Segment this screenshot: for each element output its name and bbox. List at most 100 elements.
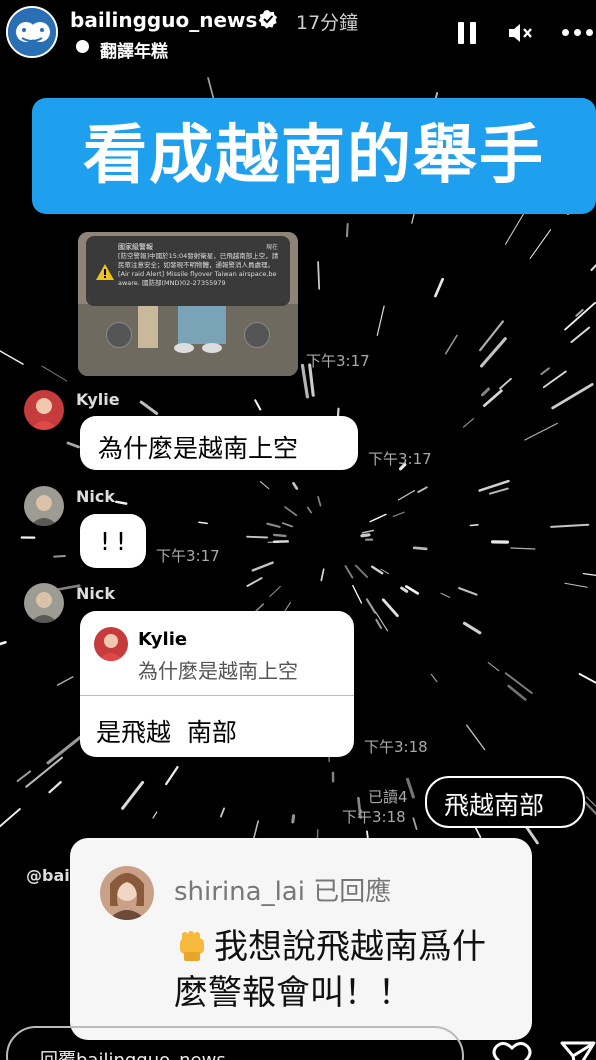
pause-icon[interactable] [458,22,476,44]
alert-notification: 國家級警報 現在 [防空警報]中國於15:04發射衛星，已飛越南部上空，請民眾注… [86,236,290,306]
mute-icon[interactable] [507,21,535,45]
account-username[interactable]: bailingguo_news [70,8,257,32]
alert-screenshot-image: 國家級警報 現在 [防空警報]中國於15:04發射衛星，已飛越南部上空，請民眾注… [78,232,298,376]
star-streak [529,229,551,259]
nick-avatar [24,486,64,526]
star-streak [469,523,479,527]
translate-label[interactable]: 翻譯年糕 [100,37,168,62]
star-streak [139,400,159,415]
message-text: 是飛越 南部 [96,718,237,747]
quoted-avatar [94,627,128,661]
star-streak [582,572,596,576]
star-streak [412,817,418,831]
star-streak [462,418,475,428]
star-streak [376,305,385,336]
my-message-bubble: 飛越南部 [425,776,585,828]
post-time: 17分鐘 [296,12,359,34]
account-avatar[interactable] [6,6,58,58]
star-streak [66,441,80,449]
star-streak [292,482,299,490]
star-streak [564,301,596,331]
alert-body: [防空警報]中國於15:04發射衛星，已飛越南部上空，請民眾注意安全；如發現不明… [118,252,279,287]
star-streak [273,533,287,538]
star-streak [48,780,62,794]
alert-title: 國家級警報 [118,243,153,251]
star-streak [260,481,270,490]
star-streak [360,533,371,538]
star-streak [53,555,66,558]
star-streak [56,676,74,686]
star-streak [16,770,32,782]
star-streak [346,223,349,238]
star-streak [381,598,399,618]
story-reply-sticker[interactable]: shirina_lai 已回應 我想說飛越南爲什麼警報會叫！！ [70,838,532,1040]
verified-badge-icon [258,10,277,29]
responder-avatar-image [100,866,154,920]
star-streak [0,640,7,646]
kylie-avatar-image [94,627,128,661]
translate-dot-icon [76,40,89,53]
star-streak [524,422,558,441]
reply-input[interactable]: 回覆bailingguo_news... [6,1026,464,1060]
warning-icon [96,264,114,280]
timestamp: 下午3:18 [364,738,428,756]
nick-avatar-image [24,583,64,623]
response-text: 我想說飛越南爲什麼警報會叫！！ [174,927,486,1013]
timestamp: 下午3:17 [368,450,432,468]
star-streak [444,334,458,355]
star-streak [550,523,590,528]
star-streak [198,521,208,525]
star-streak [365,598,377,614]
star-streak [266,522,281,528]
star-streak [291,814,296,824]
star-streak [499,377,512,390]
star-streak [369,513,387,523]
star-streak [344,565,354,579]
star-streak [507,684,527,701]
star-streak [41,365,68,382]
mention-tag[interactable]: @bai [26,866,70,885]
heart-icon[interactable] [492,1040,532,1060]
sender-name: Kylie [76,390,120,409]
star-streak [542,370,567,389]
responder-username: shirina_lai 已回應 [174,877,392,907]
headline-text: 看成越南的舉手 [83,119,545,193]
star-streak [466,724,486,751]
response-text-wrap: 我想說飛越南爲什麼警報會叫！！ [174,924,514,1016]
star-streak [400,586,409,593]
star-streak [397,489,416,501]
kylie-avatar [24,390,64,430]
star-streak [352,584,363,604]
star-streak [269,586,281,597]
star-streak [458,586,478,596]
story-viewer: bailingguo_news 17分鐘 翻譯年糕 看成越南的舉手 國家級警報 … [0,0,596,1060]
star-streak [165,765,179,786]
message-text: 為什麼是越南上空 [98,434,299,463]
message-text: 飛越南部 [444,791,545,820]
star-streak [115,500,128,505]
star-streak [590,263,596,271]
star-streak [281,522,293,528]
flashlight-icon [106,322,132,348]
star-streak [487,661,500,672]
star-streak [361,529,375,534]
star-streak [481,387,490,397]
star-streak [121,780,145,810]
send-icon[interactable] [560,1040,596,1060]
star-streak [317,261,321,290]
reply-placeholder: 回覆bailingguo_news... [40,1046,243,1060]
star-streak [586,796,596,808]
timestamp: 下午3:17 [156,547,220,565]
star-streak [510,547,536,550]
star-streak [488,487,509,495]
more-options-icon[interactable] [562,29,596,37]
star-streak [540,367,550,376]
nick-avatar [24,583,64,623]
star-streak [152,811,158,819]
star-streak [246,577,263,587]
star-streak [371,565,384,575]
kylie-avatar-image [24,390,64,430]
star-streak [564,582,588,588]
timestamp: 下午3:17 [306,352,370,370]
raised-fist-icon [180,931,204,961]
